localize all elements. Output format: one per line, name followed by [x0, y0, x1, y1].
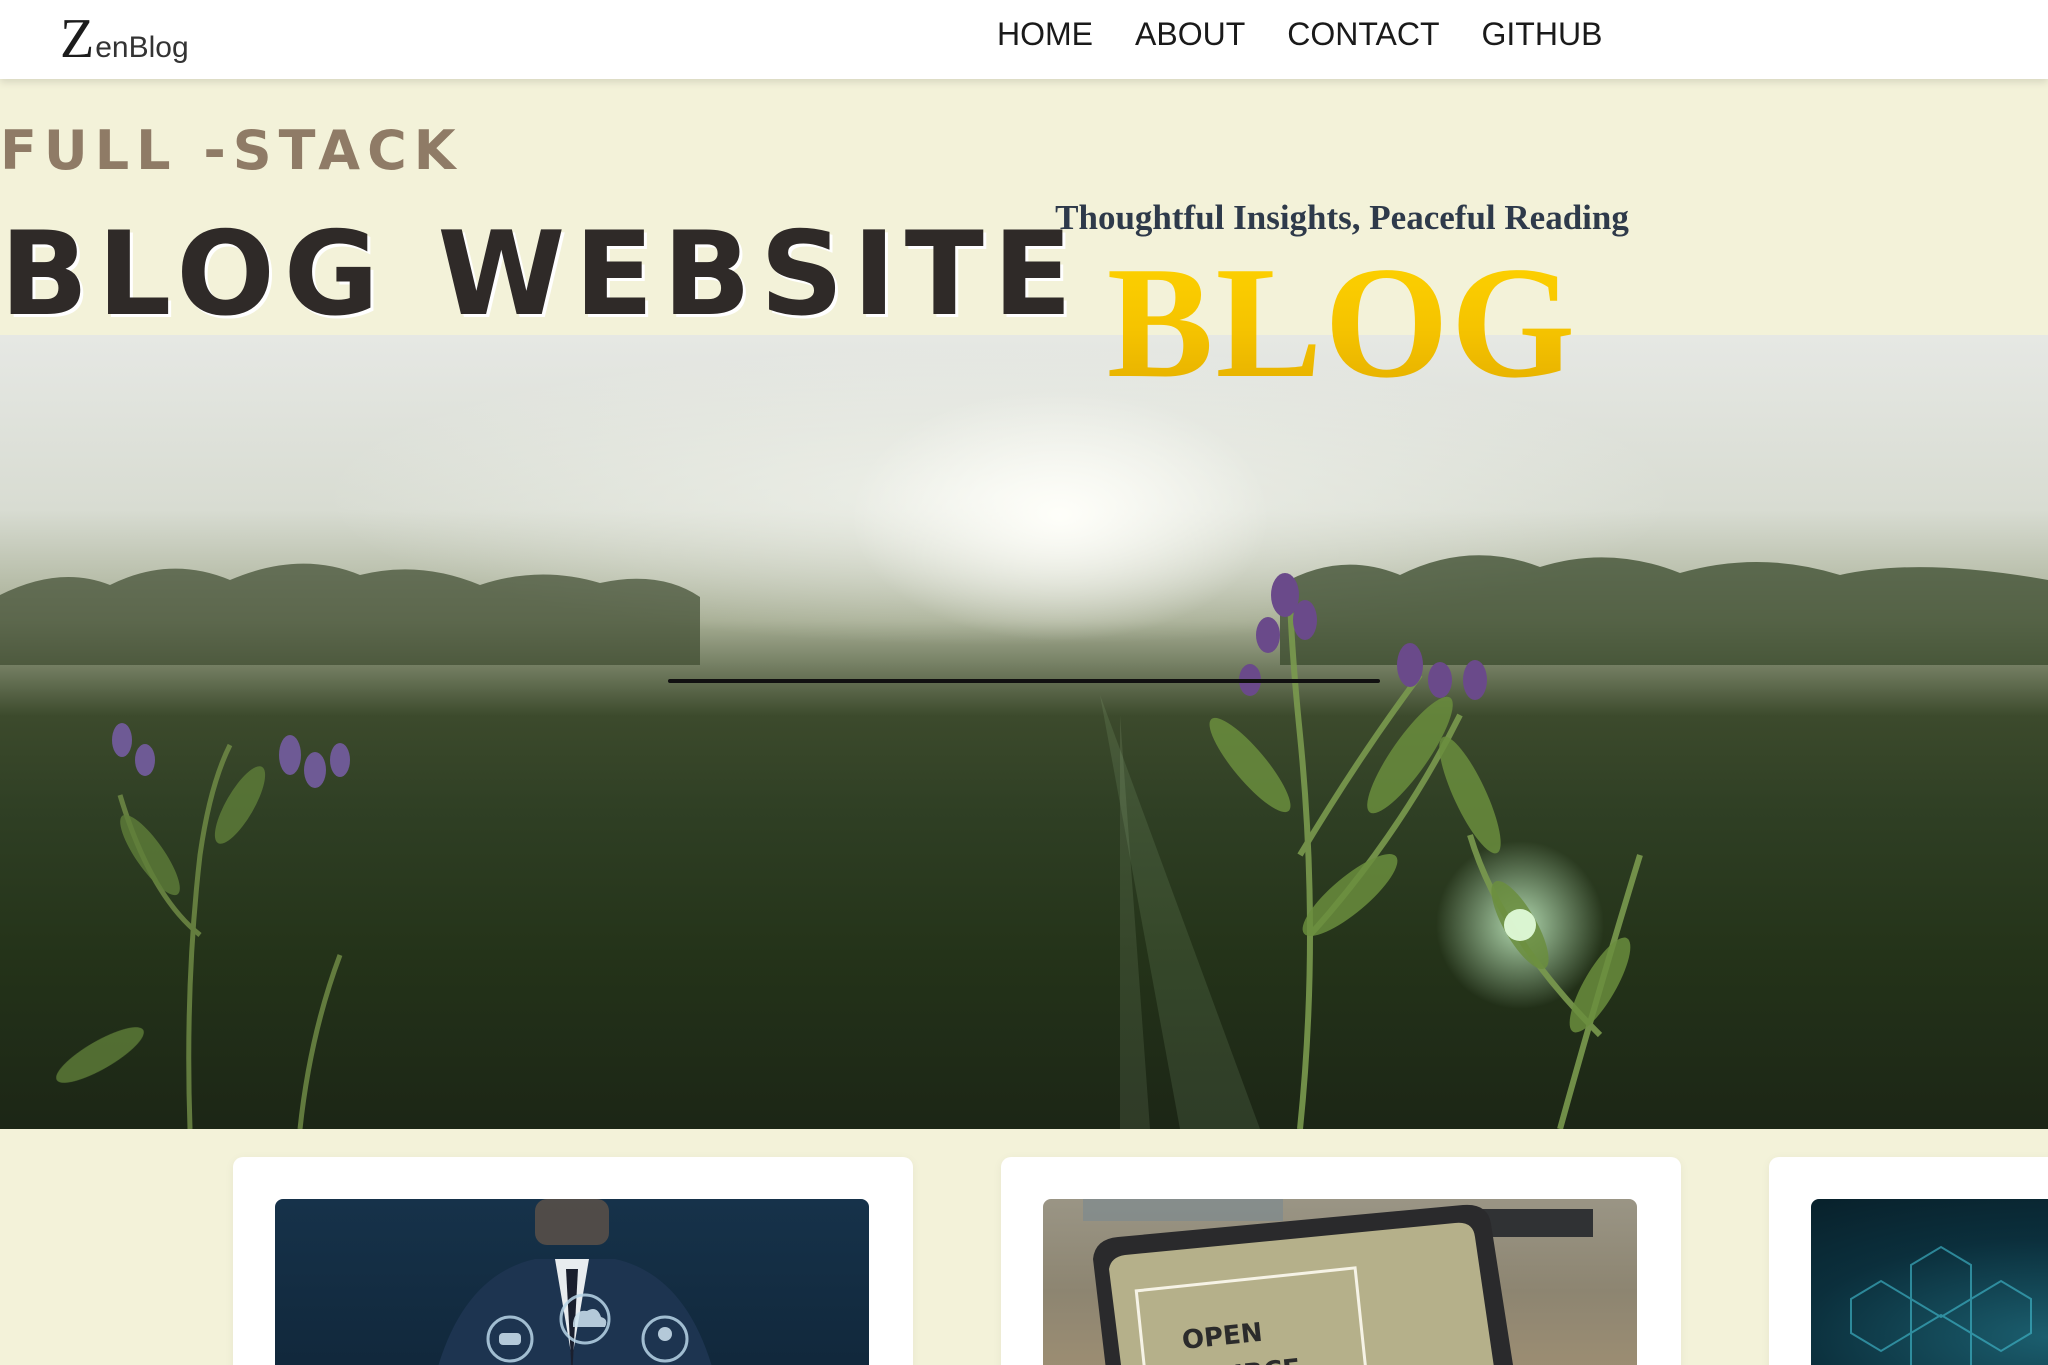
- meadow-flowers-illustration: [0, 555, 2048, 1129]
- logo-initial: Z: [60, 8, 95, 70]
- nav-link-about[interactable]: ABOUT: [1135, 14, 1245, 54]
- page: Z enBlog HOME ABOUT CONTACT GITHUB FULL …: [0, 0, 2048, 1365]
- blog-card-1[interactable]: [233, 1157, 913, 1365]
- navbar: Z enBlog HOME ABOUT CONTACT GITHUB: [0, 0, 2048, 79]
- blog-card-3[interactable]: [1769, 1157, 2048, 1365]
- tech-hexagon-image: [1850, 1245, 2032, 1365]
- business-tech-image: [438, 1199, 712, 1365]
- nav-links: HOME ABOUT CONTACT GITHUB: [997, 14, 1602, 54]
- card-image-tech-hexagon: [1811, 1199, 2048, 1365]
- site-logo[interactable]: Z enBlog: [60, 8, 189, 70]
- blog-card-2[interactable]: OPEN SOURCE: [1001, 1157, 1681, 1365]
- nav-link-contact[interactable]: CONTACT: [1287, 14, 1439, 54]
- hero-title: BLOG WEBSITE: [0, 207, 1082, 342]
- nav-link-home[interactable]: HOME: [997, 14, 1093, 54]
- logo-text: enBlog: [95, 31, 189, 64]
- open-source-tablet-image: OPEN SOURCE: [1083, 1199, 1593, 1365]
- card-image-open-source: OPEN SOURCE: [1043, 1199, 1637, 1365]
- hero-subtitle: FULL -STACK: [0, 119, 463, 182]
- nav-link-github[interactable]: GITHUB: [1482, 14, 1603, 54]
- hero-divider-line: [668, 679, 1380, 683]
- blog-badge: Thoughtful Insights, Peaceful Reading BL…: [1052, 196, 1632, 406]
- card-image-business-tech: [275, 1199, 869, 1365]
- badge-word: BLOG: [1052, 242, 1632, 402]
- hero-background-image: [0, 335, 2048, 1129]
